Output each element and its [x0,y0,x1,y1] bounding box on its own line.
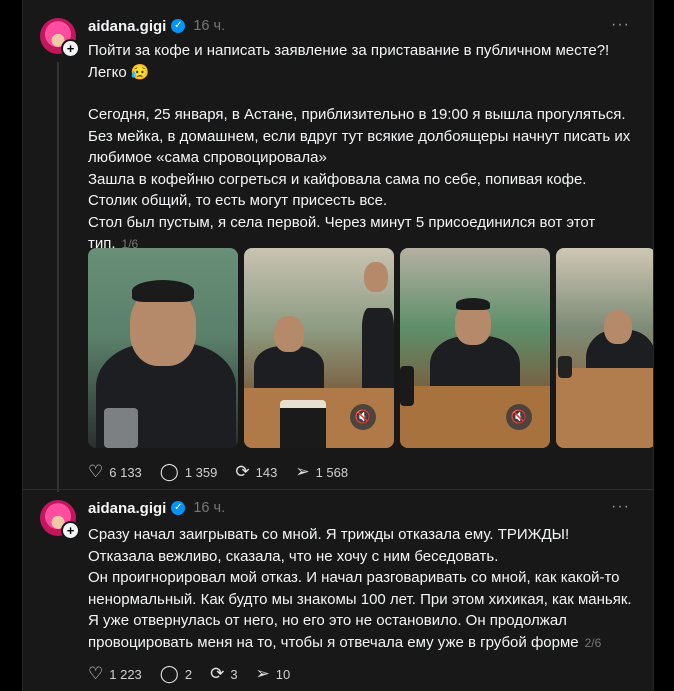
thread-counter: 2/6 [584,635,602,650]
repost-count: 3 [230,666,238,682]
post-text-line: Стол был пустым, я села первой. Через ми… [88,213,596,231]
thread-post-2[interactable]: + aidana.gigi ✓ 16 ч. ··· Сразу начал за… [23,490,653,691]
repost-icon: ⟳ [235,462,250,481]
repost-icon: ⟳ [210,664,225,683]
username[interactable]: aidana.gigi [88,500,166,517]
mute-icon[interactable]: 🔇 [506,404,532,430]
post-text-line: провоцировать меня на то, чтобы я отвеча… [88,633,579,651]
video-1[interactable]: 🔇 [244,248,394,448]
like-count: 1 223 [109,666,142,682]
share-count: 1 568 [315,464,349,480]
send-icon: ➢ [255,664,270,683]
username[interactable]: aidana.gigi [88,18,166,35]
verified-badge-icon: ✓ [171,19,186,33]
repost-button[interactable]: ⟳ 143 [235,462,277,482]
post-text: Пойти за кофе и написать заявление за пр… [88,40,648,256]
media-carousel[interactable]: 🔇 🔇 [88,248,653,448]
comment-button[interactable]: ◯ 2 [160,664,192,684]
post-text-line: Я уже отвернулась от него, но его это не… [88,612,567,629]
post-actions: ♡ 1 223 ◯ 2 ⟳ 3 ➢ 10 [88,664,308,684]
post-text-line: Сразу начал заигрывать со мной. Я трижды… [88,526,570,543]
post-header: aidana.gigi ✓ 16 ч. [88,498,225,518]
thread-connector-line [57,62,59,492]
verified-badge-icon: ✓ [171,501,186,515]
heart-icon: ♡ [88,462,104,481]
like-button[interactable]: ♡ 6 133 [88,462,142,482]
post-header: aidana.gigi ✓ 16 ч. [88,16,225,36]
avatar[interactable]: + [40,18,80,58]
comment-count: 1 359 [184,464,218,480]
post-text-line: Пойти за кофе и написать заявление за пр… [88,42,610,59]
share-count: 10 [275,666,291,682]
photo-2[interactable] [556,248,653,448]
post-text-line: ненормальный. Как будто мы знакомы 100 л… [88,590,632,608]
feed-card: + aidana.gigi ✓ 16 ч. ··· Пойти за кофе … [22,0,654,691]
video-2[interactable]: 🔇 [400,248,550,448]
like-count: 6 133 [109,464,142,480]
follow-plus-icon[interactable]: + [61,39,80,58]
heart-icon: ♡ [88,664,104,683]
comment-bubble-icon: ◯ [159,462,179,481]
more-options-icon[interactable]: ··· [611,498,630,516]
photo-1[interactable] [88,248,238,448]
post-actions: ♡ 6 133 ◯ 1 359 ⟳ 143 ➢ 1 568 [88,462,366,482]
share-button[interactable]: ➢ 1 568 [295,462,348,482]
post-text-line: Зашла в кофейню согреться и кайфовала са… [88,170,587,188]
comment-bubble-icon: ◯ [159,664,179,683]
thread-post-1[interactable]: + aidana.gigi ✓ 16 ч. ··· Пойти за кофе … [23,0,653,492]
timestamp[interactable]: 16 ч. [193,18,225,34]
post-text-line: Отказала вежливо, сказала, что не хочу с… [88,547,499,565]
post-text-line: Сегодня, 25 января, в Астане, приблизите… [88,106,626,123]
comment-count: 2 [184,666,193,682]
send-icon: ➢ [295,462,310,481]
share-button[interactable]: ➢ 10 [256,664,291,684]
mute-icon[interactable]: 🔇 [350,404,376,430]
post-text-line: Без мейка, в домашнем, если вдруг тут вс… [88,127,631,145]
like-button[interactable]: ♡ 1 223 [88,664,142,684]
comment-button[interactable]: ◯ 1 359 [160,462,218,482]
timestamp[interactable]: 16 ч. [193,500,225,516]
avatar[interactable]: + [40,500,80,540]
repost-button[interactable]: ⟳ 3 [210,664,237,684]
post-text-line: Легко 😥 [88,63,150,81]
more-options-icon[interactable]: ··· [611,16,630,34]
post-text-line: Он проигнорировал мой отказ. И начал раз… [88,569,620,586]
repost-count: 143 [255,464,278,480]
post-text-line: любимое «сама спровоцировала» [88,149,327,166]
follow-plus-icon[interactable]: + [61,521,80,540]
post-text-line: Столик общий, то есть могут присесть все… [88,192,388,209]
post-text: Сразу начал заигрывать со мной. Я трижды… [88,524,648,654]
